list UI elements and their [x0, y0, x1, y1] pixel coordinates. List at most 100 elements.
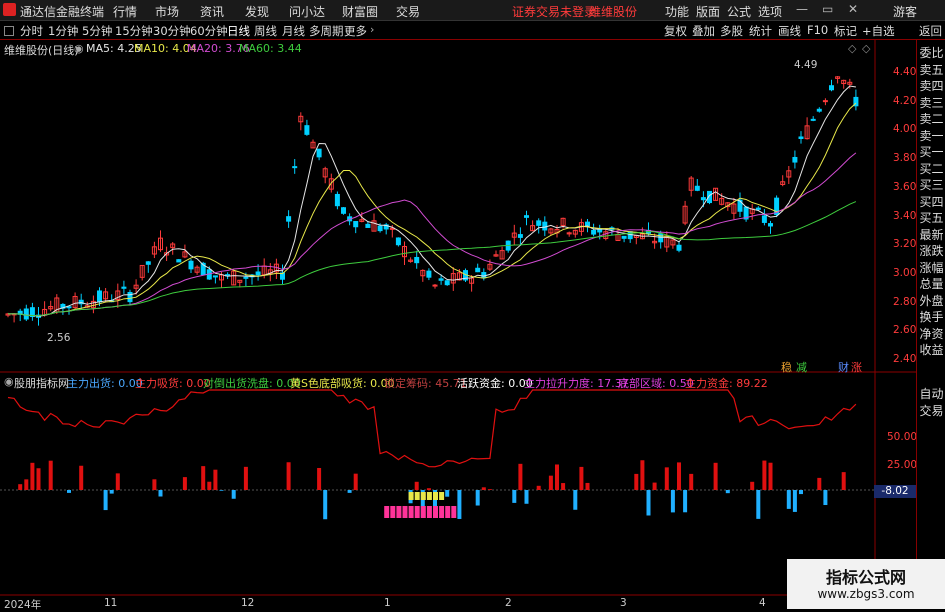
legend-toggle-icon[interactable]: ◉: [74, 42, 84, 55]
settings-diamond-icon[interactable]: ◇: [848, 42, 856, 55]
side-item[interactable]: 换手: [918, 309, 945, 326]
tf-monthly[interactable]: 月线: [282, 23, 305, 39]
tf-5min[interactable]: 5分钟: [82, 23, 112, 39]
indicator-bar: [487, 489, 492, 490]
menu-bar: 通达信金融终端 行情 市场 资讯 发现 问小达 财富圈 交易 证券交易未登录 维…: [0, 0, 945, 21]
side-buttons[interactable]: 自动 交易: [918, 386, 945, 419]
candle-body: [316, 148, 322, 158]
side-item[interactable]: 买四: [918, 194, 945, 211]
side-item[interactable]: 外盘: [918, 293, 945, 310]
close-icon[interactable]: ✕: [848, 2, 858, 16]
side-item[interactable]: 买二: [918, 161, 945, 178]
bottom-accum-bar: [433, 492, 438, 500]
indicator-bar: [475, 490, 480, 506]
indicator-bar: [750, 481, 755, 490]
side-item[interactable]: 卖三: [918, 95, 945, 112]
candle-body: [66, 306, 72, 309]
tool-stats[interactable]: 统计: [749, 23, 772, 39]
side-item[interactable]: 最新: [918, 227, 945, 244]
tool-add-watch[interactable]: +自选: [862, 23, 895, 39]
side-item[interactable]: 总量: [918, 276, 945, 293]
indicator-bar: [823, 490, 828, 506]
app-title: 通达信金融终端: [20, 5, 105, 19]
indicator-bar: [640, 460, 645, 490]
candle-body: [243, 276, 249, 279]
side-item[interactable]: 卖二: [918, 111, 945, 128]
badge-reduce[interactable]: 减: [796, 359, 807, 375]
tool-draw[interactable]: 画线: [778, 23, 801, 39]
menu-market[interactable]: 市场: [155, 3, 179, 20]
indicator-bar: [585, 482, 590, 490]
indicator-bar: [79, 465, 84, 490]
tool-f10[interactable]: F10: [807, 23, 828, 37]
side-item[interactable]: 卖一: [918, 128, 945, 145]
side-item[interactable]: 涨幅: [918, 260, 945, 277]
tool-multi-stock[interactable]: 多股: [720, 23, 743, 39]
menu-trade[interactable]: 交易: [396, 3, 420, 20]
badge-stable[interactable]: 稳: [781, 359, 792, 375]
menu-layout[interactable]: 版面: [696, 3, 720, 20]
guest-button[interactable]: 游客: [893, 3, 917, 20]
badge-rise[interactable]: 涨: [851, 359, 862, 375]
candle-body: [542, 221, 548, 231]
indicator-bar: [182, 477, 187, 490]
tool-mark[interactable]: 标记: [834, 23, 857, 39]
side-item[interactable]: 买五: [918, 210, 945, 227]
menu-discover[interactable]: 发现: [245, 3, 269, 20]
candle-body: [761, 215, 767, 223]
bottom-accum-bar: [414, 492, 420, 500]
indicator-bar: [799, 490, 803, 495]
candle-body: [810, 118, 816, 121]
candle-body: [145, 261, 151, 265]
grid-icon[interactable]: [4, 26, 14, 36]
tf-1min[interactable]: 1分钟: [48, 23, 78, 39]
tf-more[interactable]: 更多: [344, 23, 367, 39]
menu-quotes[interactable]: 行情: [113, 3, 137, 20]
badge-finance[interactable]: 财: [838, 359, 849, 375]
side-item[interactable]: 卖五: [918, 62, 945, 79]
side-item[interactable]: 买三: [918, 177, 945, 194]
side-item[interactable]: 涨跌: [918, 243, 945, 260]
tf-15min[interactable]: 15分钟: [115, 23, 153, 39]
restore-icon[interactable]: ▭: [822, 2, 833, 16]
quote-side-panel[interactable]: 委比 卖五 卖四 卖三 卖二 卖一 买一 买二 买三 买四 买五 最新 涨跌 涨幅 总量 外盘 换手 净资 收益: [918, 45, 945, 359]
menu-options[interactable]: 选项: [758, 3, 782, 20]
tf-daily[interactable]: 日线: [227, 23, 250, 39]
tf-multi[interactable]: 多周期: [309, 23, 344, 39]
bottom-accum-bar: [426, 492, 432, 500]
main-funds-line: [7, 389, 857, 468]
indicator-toggle-icon[interactable]: ◉: [4, 375, 14, 388]
side-item[interactable]: 买一: [918, 144, 945, 161]
side-item[interactable]: 净资: [918, 326, 945, 343]
tool-overlay[interactable]: 叠加: [692, 23, 715, 39]
minimize-icon[interactable]: —: [796, 2, 808, 16]
tf-60min[interactable]: 60分钟: [190, 23, 228, 39]
bottom-accum-bar: [408, 492, 414, 500]
menu-formula[interactable]: 公式: [727, 3, 751, 20]
more-chevron-icon[interactable]: ›: [370, 23, 374, 36]
date-feb: 2: [505, 597, 512, 609]
trade-side-button[interactable]: 交易: [918, 403, 945, 420]
tool-adjust[interactable]: 复权: [664, 23, 687, 39]
side-item[interactable]: 收益: [918, 342, 945, 359]
candle-body: [585, 221, 590, 227]
indicator-bar: [426, 488, 431, 490]
tf-weekly[interactable]: 周线: [254, 23, 277, 39]
bottom-accum-bar: [439, 492, 445, 500]
auto-button[interactable]: 自动: [918, 386, 945, 403]
tf-30min[interactable]: 30分钟: [153, 23, 191, 39]
tf-intraday[interactable]: 分时: [20, 23, 43, 39]
trade-login-status[interactable]: 证券交易未登录: [512, 3, 596, 20]
menu-wealth[interactable]: 财富圈: [342, 3, 378, 20]
price-axis-label: 4.40: [893, 66, 917, 78]
candle-body: [188, 260, 194, 270]
settings-diamond-icon-2[interactable]: ◇: [862, 42, 870, 55]
menu-ask[interactable]: 问小达: [289, 3, 325, 20]
menu-news[interactable]: 资讯: [200, 3, 224, 20]
candle-body: [341, 207, 346, 214]
chart-area[interactable]: [0, 40, 916, 596]
menu-function[interactable]: 功能: [665, 3, 689, 20]
back-button[interactable]: 返回: [919, 23, 942, 39]
side-item[interactable]: 委比: [918, 45, 945, 62]
side-item[interactable]: 卖四: [918, 78, 945, 95]
